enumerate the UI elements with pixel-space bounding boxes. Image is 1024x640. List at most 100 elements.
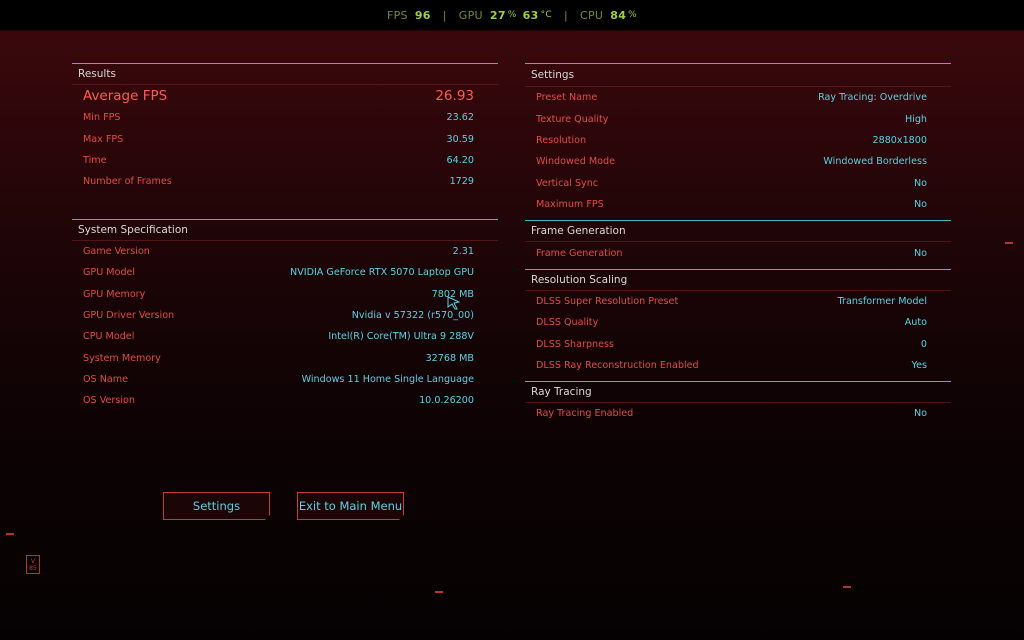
row-label: Average FPS bbox=[83, 88, 168, 104]
row-label: GPU Model bbox=[83, 267, 136, 279]
ray-tracing-title: Ray Tracing bbox=[525, 382, 951, 404]
row-value: No bbox=[913, 408, 927, 420]
row-value: No bbox=[913, 199, 927, 211]
row-label: System Memory bbox=[83, 352, 161, 364]
gpu-label: GPU bbox=[458, 8, 483, 22]
fps-label: FPS bbox=[386, 8, 408, 22]
exit-to-main-menu-button[interactable]: Exit to Main Menu bbox=[297, 492, 404, 520]
row-value: 26.93 bbox=[435, 88, 474, 104]
system-row: Game Version 2.31 bbox=[72, 241, 498, 262]
frame-generation-section: Frame Generation Frame Generation No bbox=[525, 220, 951, 263]
row-value: Windows 11 Home Single Language bbox=[301, 374, 474, 386]
row-label: Preset Name bbox=[536, 92, 598, 104]
fps-value: 96 bbox=[414, 8, 431, 22]
row-value: 2880x1800 bbox=[872, 134, 927, 146]
system-title: System Specification bbox=[72, 220, 498, 241]
system-section: System Specification Game Version 2.31 G… bbox=[72, 218, 498, 412]
gpu-usage-value: 27 bbox=[489, 8, 506, 22]
row-label: Windowed Mode bbox=[536, 156, 616, 168]
badge-bottom: 85 bbox=[29, 564, 37, 572]
decor-mark bbox=[435, 591, 443, 593]
results-row: Time 64.20 bbox=[72, 150, 498, 171]
row-value: Ray Tracing: Overdrive bbox=[818, 92, 927, 104]
row-label: Frame Generation bbox=[536, 247, 623, 259]
resolution-scaling-row: DLSS Quality Auto bbox=[525, 312, 951, 333]
performance-overlay: FPS 96 | GPU 27% 63 °C | CPU 84% bbox=[0, 0, 1024, 30]
resolution-scaling-section: Resolution Scaling DLSS Super Resolution… bbox=[525, 268, 951, 377]
decor-mark bbox=[1005, 242, 1013, 244]
settings-section: Settings Preset Name Ray Tracing: Overdr… bbox=[525, 63, 951, 215]
settings-title: Settings bbox=[525, 64, 951, 87]
gpu-usage-unit: % bbox=[507, 10, 517, 20]
cpu-usage-value: 84 bbox=[610, 8, 627, 22]
row-label: Game Version bbox=[83, 245, 150, 257]
row-value: No bbox=[913, 247, 927, 259]
row-value: No bbox=[913, 177, 927, 189]
cpu-label: CPU bbox=[579, 8, 604, 22]
ray-tracing-section: Ray Tracing Ray Tracing Enabled No bbox=[525, 381, 951, 424]
row-label: OS Version bbox=[83, 395, 135, 407]
badge-top: V bbox=[30, 557, 36, 565]
system-row: GPU Driver Version Nvidia v 57322 (r570_… bbox=[72, 305, 498, 326]
overlay-separator: | bbox=[563, 8, 568, 22]
decor-mark bbox=[6, 533, 14, 535]
results-row: Min FPS 23.62 bbox=[72, 107, 498, 128]
row-label: OS Name bbox=[83, 374, 128, 386]
resolution-scaling-row: DLSS Super Resolution Preset Transformer… bbox=[525, 291, 951, 312]
system-row: OS Version 10.0.26200 bbox=[72, 390, 498, 411]
row-label: Min FPS bbox=[83, 112, 121, 124]
row-label: Vertical Sync bbox=[536, 177, 599, 189]
settings-row: Texture Quality High bbox=[525, 108, 951, 129]
row-value: High bbox=[904, 113, 927, 125]
row-value: 23.62 bbox=[446, 112, 474, 124]
results-row: Number of Frames 1729 bbox=[72, 171, 498, 192]
row-value: Windowed Borderless bbox=[823, 156, 927, 168]
resolution-scaling-row: DLSS Sharpness 0 bbox=[525, 334, 951, 355]
row-label: GPU Driver Version bbox=[83, 309, 175, 321]
row-value: 30.59 bbox=[446, 133, 474, 145]
left-panel: Results Average FPS 26.93 Min FPS 23.62 … bbox=[72, 63, 498, 412]
settings-row: Resolution 2880x1800 bbox=[525, 130, 951, 151]
row-label: Texture Quality bbox=[536, 113, 609, 125]
system-row: GPU Model NVIDIA GeForce RTX 5070 Laptop… bbox=[72, 262, 498, 283]
row-label: Max FPS bbox=[83, 133, 124, 145]
gpu-temp-unit: °C bbox=[540, 10, 552, 20]
settings-row: Vertical Sync No bbox=[525, 173, 951, 194]
row-label: GPU Memory bbox=[83, 288, 146, 300]
row-value: NVIDIA GeForce RTX 5070 Laptop GPU bbox=[290, 267, 474, 279]
row-value: 32768 MB bbox=[425, 352, 474, 364]
settings-button[interactable]: Settings bbox=[163, 492, 270, 520]
results-row: Average FPS 26.93 bbox=[72, 85, 498, 107]
mouse-cursor-icon bbox=[447, 295, 461, 314]
row-label: CPU Model bbox=[83, 331, 135, 343]
row-label: DLSS Ray Reconstruction Enabled bbox=[536, 360, 699, 372]
results-section: Results Average FPS 26.93 Min FPS 23.62 … bbox=[72, 63, 498, 193]
system-row: GPU Memory 7802 MB bbox=[72, 283, 498, 304]
system-row: OS Name Windows 11 Home Single Language bbox=[72, 369, 498, 390]
row-value: Intel(R) Core(TM) Ultra 9 288V bbox=[328, 331, 474, 343]
row-value: 10.0.26200 bbox=[419, 395, 474, 407]
resolution-scaling-row: DLSS Ray Reconstruction Enabled Yes bbox=[525, 355, 951, 376]
decor-mark bbox=[843, 586, 851, 588]
settings-row: Windowed Mode Windowed Borderless bbox=[525, 151, 951, 172]
system-row: System Memory 32768 MB bbox=[72, 348, 498, 369]
settings-row: Preset Name Ray Tracing: Overdrive bbox=[525, 87, 951, 108]
row-value: Yes bbox=[911, 360, 928, 372]
row-label: DLSS Quality bbox=[536, 317, 599, 329]
frame-generation-row: Frame Generation No bbox=[525, 242, 951, 263]
resolution-scaling-title: Resolution Scaling bbox=[525, 270, 951, 291]
row-value: Transformer Model bbox=[837, 295, 927, 307]
gpu-temp-value: 63 bbox=[522, 8, 539, 22]
row-label: Resolution bbox=[536, 134, 587, 146]
system-row: CPU Model Intel(R) Core(TM) Ultra 9 288V bbox=[72, 326, 498, 347]
row-label: Ray Tracing Enabled bbox=[536, 408, 634, 420]
row-label: Time bbox=[83, 154, 107, 166]
right-panel: Settings Preset Name Ray Tracing: Overdr… bbox=[525, 63, 951, 425]
row-value: 64.20 bbox=[446, 154, 474, 166]
row-value: Auto bbox=[904, 317, 927, 329]
row-value: 2.31 bbox=[452, 245, 474, 257]
overlay-separator: | bbox=[442, 8, 447, 22]
row-label: Maximum FPS bbox=[536, 199, 604, 211]
row-label: DLSS Super Resolution Preset bbox=[536, 295, 679, 307]
row-label: DLSS Sharpness bbox=[536, 338, 615, 350]
